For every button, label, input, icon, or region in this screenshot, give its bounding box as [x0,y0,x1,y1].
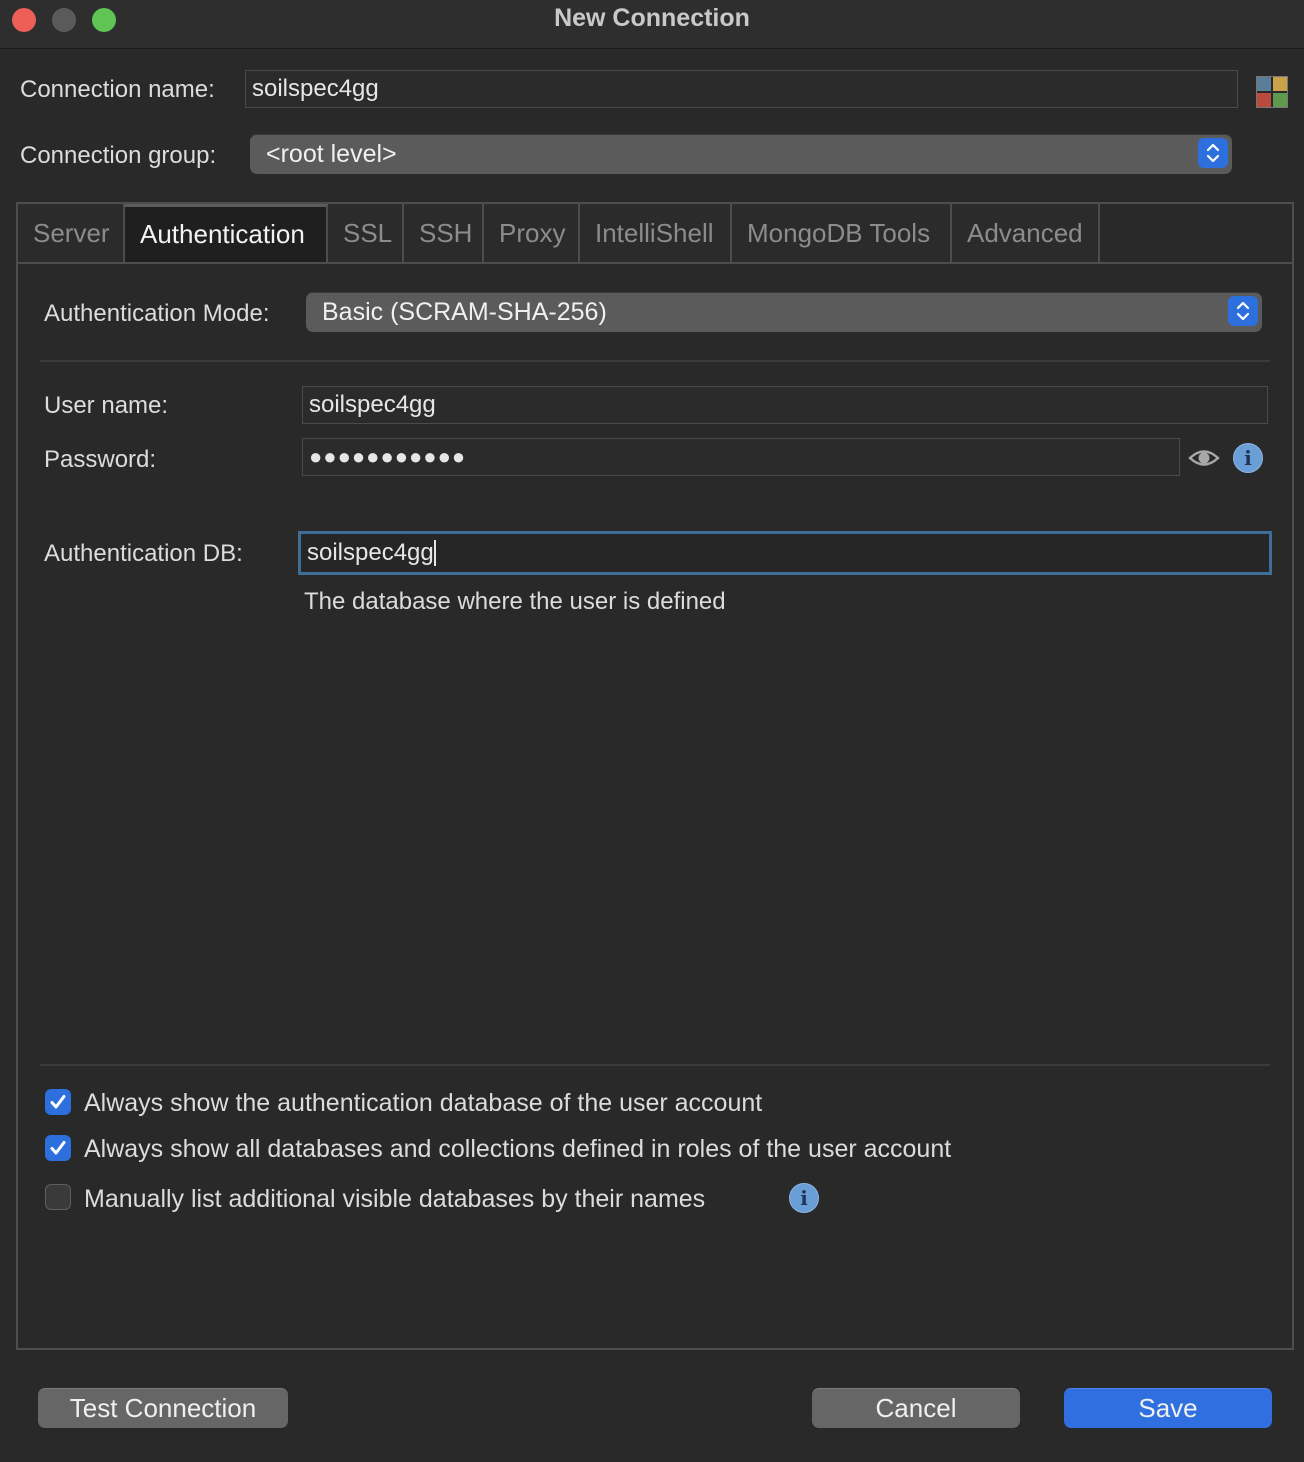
stepper-icon [1198,138,1228,168]
separator [40,1064,1270,1066]
tab-proxy[interactable]: Proxy [484,204,580,262]
auth-db-label: Authentication DB: [44,540,243,567]
tab-ssl[interactable]: SSL [328,204,404,262]
auth-mode-select[interactable]: Basic (SCRAM-SHA-256) [306,292,1262,332]
auth-mode-label: Authentication Mode: [44,300,270,327]
window-title: New Connection [554,4,750,32]
auth-db-field[interactable]: soilspec4gg [298,531,1272,575]
tab-panel [16,202,1294,1350]
checkmark-icon [50,1095,66,1109]
tab-advanced[interactable]: Advanced [952,204,1100,262]
manual-dbs-label[interactable]: Manually list additional visible databas… [84,1185,705,1214]
show-auth-db-label[interactable]: Always show the authentication database … [84,1089,762,1118]
tab-mongodb-tools[interactable]: MongoDB Tools [732,204,952,262]
connection-name-label: Connection name: [20,76,215,103]
cancel-button[interactable]: Cancel [812,1388,1020,1428]
tab-server[interactable]: Server [18,204,125,262]
tab-divider [18,262,1292,264]
user-name-value: soilspec4gg [309,391,436,418]
connection-name-value: soilspec4gg [252,75,379,102]
password-value: ●●●●●●●●●●● [309,444,467,469]
info-icon[interactable]: i [1233,443,1263,473]
separator [40,360,1270,362]
auth-db-value: soilspec4gg [307,539,434,566]
tab-authentication[interactable]: Authentication [123,204,328,262]
auth-mode-value: Basic (SCRAM-SHA-256) [322,297,607,326]
color-grid-icon[interactable] [1256,76,1288,108]
auth-db-hint: The database where the user is defined [304,588,726,615]
tab-bar: Server Authentication SSL SSH Proxy Inte… [18,204,1100,262]
manual-dbs-checkbox[interactable] [45,1184,71,1210]
tab-ssh[interactable]: SSH [404,204,484,262]
info-icon[interactable]: i [789,1183,819,1213]
show-auth-db-checkbox[interactable] [45,1089,71,1115]
password-label: Password: [44,446,157,473]
connection-group-select[interactable]: <root level> [250,134,1232,174]
tab-intellishell[interactable]: IntelliShell [580,204,732,262]
show-role-dbs-checkbox[interactable] [45,1135,71,1161]
text-cursor [433,540,436,566]
save-button[interactable]: Save [1064,1388,1272,1428]
connection-group-value: <root level> [266,139,397,168]
checkmark-icon [50,1141,66,1155]
connection-name-field[interactable]: soilspec4gg [245,70,1238,108]
eye-icon[interactable] [1188,444,1220,472]
user-name-field[interactable]: soilspec4gg [302,386,1268,424]
user-name-label: User name: [44,392,169,419]
password-field[interactable]: ●●●●●●●●●●● [302,438,1180,476]
test-connection-button[interactable]: Test Connection [38,1388,288,1428]
connection-group-label: Connection group: [20,142,217,169]
show-role-dbs-label[interactable]: Always show all databases and collection… [84,1135,951,1164]
stepper-icon [1228,296,1258,326]
